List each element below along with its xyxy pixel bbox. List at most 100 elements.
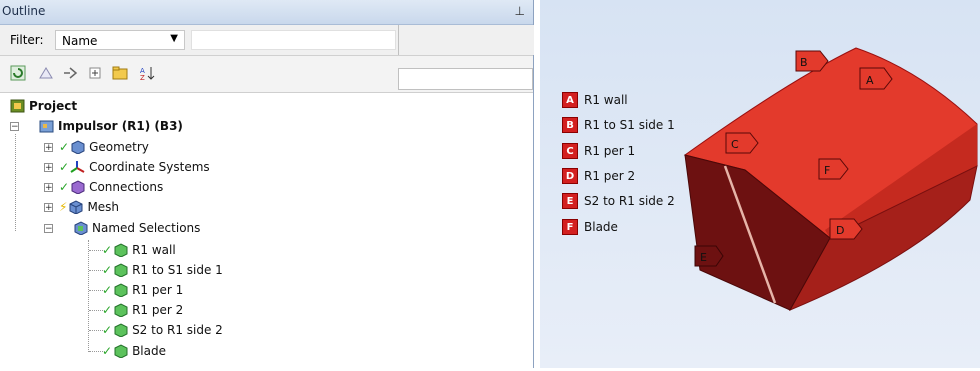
expand-toggle-icon[interactable]: + [44, 182, 53, 192]
collapse-toggle-icon[interactable]: − [10, 121, 19, 131]
filter-label: Filter: [10, 33, 44, 47]
outline-toolbar: AZ [0, 56, 533, 93]
status-check-icon: ✓ [102, 283, 113, 297]
tree-item-label: Connections [89, 180, 164, 194]
tree-connector [88, 240, 89, 352]
collapse-icon[interactable] [62, 65, 78, 81]
status-check-icon: ✓ [102, 344, 113, 358]
tree-item-coordinate-systems[interactable]: + ✓ Coordinate Systems [44, 158, 210, 176]
filter-row: Filter: Name ▼ [0, 25, 534, 56]
legend-item: A R1 wall [562, 91, 628, 109]
status-check-icon: ✓ [102, 243, 113, 257]
tree-item-label: R1 wall [132, 243, 176, 257]
filter-search-input[interactable] [191, 30, 396, 50]
project-icon [10, 99, 25, 113]
tree-item-label: S2 to R1 side 2 [132, 323, 223, 337]
tree-item-label: Mesh [87, 200, 120, 214]
legend-key: D [562, 168, 578, 184]
tree-item-named-selection[interactable]: ✓ R1 per 1 [102, 281, 183, 299]
tree-item-label: Geometry [89, 140, 149, 154]
tree-item-named-selection[interactable]: ✓ Blade [102, 342, 166, 360]
outline-title-bar: Outline ⊥ [0, 0, 533, 25]
tree-item-named-selection[interactable]: ✓ R1 per 2 [102, 301, 183, 319]
legend-label: S2 to R1 side 2 [584, 194, 675, 208]
legend-item: D R1 per 2 [562, 167, 635, 185]
tree-toggle-icon[interactable] [87, 65, 103, 81]
toolbar-search-input[interactable] [398, 68, 533, 90]
expand-all-icon[interactable] [38, 65, 54, 81]
status-bolt-icon: ⚡ [59, 200, 68, 214]
tree-item-model[interactable]: − Impulsor (R1) (B3) [10, 117, 183, 135]
svg-text:B: B [800, 56, 808, 69]
expand-toggle-icon[interactable]: + [44, 162, 53, 172]
named-selection-icon [113, 243, 128, 258]
legend-key: B [562, 117, 578, 133]
tree-item-label: Named Selections [92, 221, 201, 235]
geometry-icon [70, 140, 85, 155]
tree-connector [89, 290, 103, 291]
tree-item-label: R1 per 1 [132, 283, 184, 297]
svg-text:C: C [731, 138, 739, 151]
status-check-icon: ✓ [102, 323, 113, 337]
status-check-icon: ✓ [102, 263, 113, 277]
axes-icon [70, 160, 85, 174]
status-check-icon: ✓ [59, 180, 70, 194]
tree-item-label: R1 to S1 side 1 [132, 263, 223, 277]
legend-item: F Blade [562, 218, 618, 236]
connections-icon [70, 180, 85, 195]
sort-az-icon[interactable]: AZ [139, 65, 155, 81]
tree-item-geometry[interactable]: + ✓ Geometry [44, 138, 149, 156]
expand-toggle-icon[interactable]: + [44, 142, 53, 152]
legend-key: A [562, 92, 578, 108]
expand-toggle-icon[interactable]: + [44, 202, 53, 212]
tree-connector [89, 330, 103, 331]
tree-connector [15, 134, 16, 231]
named-selection-icon [113, 283, 128, 298]
filter-select[interactable]: Name ▼ [55, 30, 185, 50]
named-selection-icon [113, 303, 128, 318]
mesh-icon [68, 200, 83, 215]
named-selection-icon [113, 344, 128, 359]
tree-item-label: Blade [132, 344, 166, 358]
legend-item: E S2 to R1 side 2 [562, 192, 675, 210]
legend-label: R1 to S1 side 1 [584, 118, 675, 132]
tree-item-connections[interactable]: + ✓ Connections [44, 178, 163, 196]
tree-item-named-selection[interactable]: ✓ S2 to R1 side 2 [102, 321, 223, 339]
tree-connector [89, 351, 103, 352]
tree-connector [89, 310, 103, 311]
tree-item-label: R1 per 2 [132, 303, 184, 317]
tree-connector [89, 270, 103, 271]
svg-text:A: A [866, 74, 874, 87]
tree-item-project[interactable]: Project [10, 97, 77, 115]
pin-icon[interactable]: ⊥ [515, 4, 525, 18]
tree-item-label: Impulsor (R1) (B3) [58, 119, 183, 133]
legend-item: C R1 per 1 [562, 142, 635, 160]
named-selection-icon [113, 323, 128, 338]
chevron-down-icon: ▼ [170, 33, 178, 44]
filter-select-value: Name [62, 34, 98, 48]
tree-connector [89, 250, 103, 251]
svg-text:D: D [836, 224, 844, 237]
folder-icon[interactable] [112, 65, 128, 81]
legend-key: F [562, 219, 578, 235]
filter-row-cell [398, 25, 534, 55]
legend-key: C [562, 143, 578, 159]
tree-item-named-selection[interactable]: ✓ R1 to S1 side 1 [102, 261, 223, 279]
collapse-toggle-icon[interactable]: − [44, 223, 53, 233]
svg-text:E: E [700, 251, 707, 264]
named-selections-icon [73, 221, 88, 236]
outline-panel: Outline ⊥ Filter: Name ▼ AZ Project − Im… [0, 0, 534, 368]
model-icon [39, 119, 54, 133]
status-check-icon: ✓ [59, 140, 70, 154]
legend-label: R1 per 1 [584, 144, 636, 158]
outline-title: Outline [2, 4, 46, 18]
tree-item-mesh[interactable]: + ⚡ Mesh [44, 198, 119, 216]
tree-item-named-selection[interactable]: ✓ R1 wall [102, 241, 176, 259]
refresh-icon[interactable] [10, 65, 26, 81]
named-selection-icon [113, 263, 128, 278]
tree-item-named-selections[interactable]: − Named Selections [44, 219, 200, 237]
legend-label: R1 per 2 [584, 169, 636, 183]
legend-label: R1 wall [584, 93, 628, 107]
tree-item-label: Project [29, 99, 78, 113]
svg-text:Z: Z [140, 74, 145, 81]
